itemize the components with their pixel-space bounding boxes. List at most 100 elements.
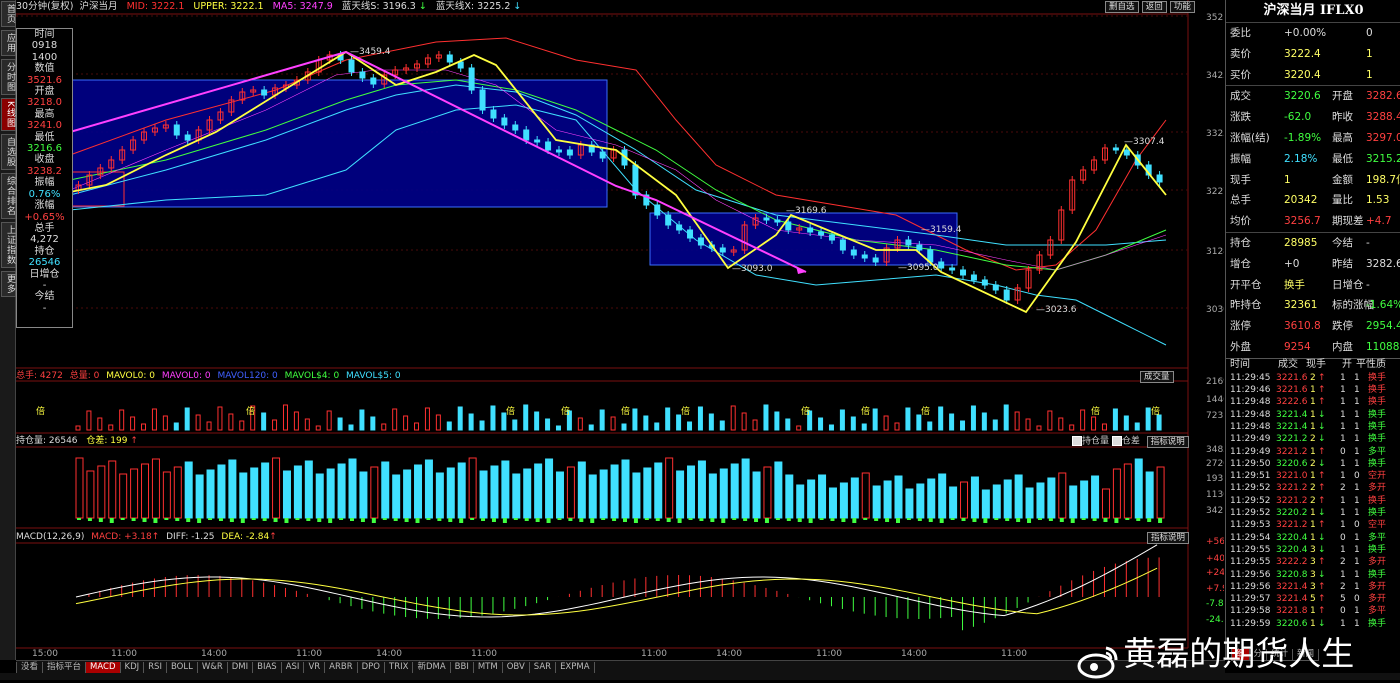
volume-bar [534,411,540,431]
open-interest-bar [228,459,237,519]
function-button[interactable]: 功能 [1169,1,1195,13]
open-interest-label: 持仓量: 26546 [16,436,78,446]
tick-qty: 1 [1310,471,1316,482]
tick-row[interactable]: 11:29:56 3220.8 3 ↓ 1 1 换手 [1226,569,1400,581]
left-navigation: 首页应用分时图 K线图自选股综合排名上证指数更多 [0,0,16,660]
macd-help-button[interactable]: 指标说明 [1147,532,1190,544]
tick-qty: 5 [1310,594,1316,605]
tick-open: 5 [1340,594,1346,605]
tick-open: 2 [1340,483,1346,494]
tick-nature: 多平 [1368,532,1387,543]
mavol-120: MAVOL120: 0 [217,371,278,381]
tick-row[interactable]: 11:29:45 3221.6 2 ↑ 1 1 换手 [1226,372,1400,384]
open-interest-bar [960,481,969,519]
quote-value-right: 1 [1366,47,1373,60]
nav-1[interactable]: 应用 [1,30,16,56]
volume-bar [916,414,922,431]
ma5-value: MA5: 3247.9 [272,1,333,12]
oi-change-bar [677,518,682,523]
tick-row[interactable]: 11:29:54 3220.4 1 ↓ 0 1 多平 [1226,532,1400,544]
quote-value: 3256.7 [1284,215,1321,228]
oi-change-bar [142,518,147,522]
tick-price: 3222.6 [1276,397,1308,408]
back-button[interactable]: 返回 [1141,1,1167,13]
volume-bar [621,423,627,431]
tick-row[interactable]: 11:29:53 3221.2 1 ↑ 1 0 空平 [1226,519,1400,531]
oi-change-bar [601,518,606,520]
oi-change-bar [1158,518,1163,523]
nav-5[interactable]: 综合排名 [1,172,16,219]
volume-total-vol: 总量: 0 [69,371,100,381]
tick-nature: 多开 [1368,483,1387,494]
arrow-down-icon: ↓ [1318,544,1326,555]
tick-row[interactable]: 11:29:49 3221.2 1 ↑ 0 1 多平 [1226,446,1400,458]
tick-open: 0 [1340,606,1346,617]
volume-tag: 倍 [561,405,570,417]
oi-checkbox[interactable] [1072,436,1082,446]
candle-body [763,217,770,221]
tick-qty: 2 [1310,458,1316,469]
info-row-12: 3238.2 [27,165,62,177]
tick-row[interactable]: 11:29:55 3220.4 3 ↓ 1 1 换手 [1226,544,1400,556]
oi-change-bar [1059,518,1064,522]
volume-bar [665,407,671,431]
tick-row[interactable]: 11:29:52 3221.2 2 ↑ 2 1 多开 [1226,482,1400,494]
tick-row[interactable]: 11:29:48 3221.4 1 ↓ 1 1 换手 [1226,409,1400,421]
oi-change-bar [437,518,442,521]
info-row-23: 今结 [34,291,55,303]
tick-row[interactable]: 11:29:57 3221.4 5 ↑ 5 0 多开 [1226,593,1400,605]
oi-help-button[interactable]: 指标说明 [1146,435,1189,448]
nav-0[interactable]: 首页 [1,1,16,27]
open-interest-bar [676,470,685,519]
tick-price: 3221.4 [1276,421,1308,432]
tick-nature: 多平 [1368,446,1387,457]
tick-qty: 1 [1310,520,1316,531]
tick-close: 1 [1354,483,1360,494]
arrow-up-icon: ↑ [1318,581,1326,592]
arrow-down-icon: ↓ [1318,434,1326,445]
price-annotation: —3023.6 [1036,305,1077,315]
nav-3[interactable]: K线图 [1,98,16,131]
tick-nature: 多平 [1368,606,1387,617]
price-annotation: —3459.4 [350,47,391,57]
tick-row[interactable]: 11:29:48 3222.6 1 ↑ 1 1 换手 [1226,396,1400,408]
volume-indicator-button[interactable]: 成交量 [1140,371,1174,383]
oi-change-bar [153,518,158,523]
quote-label-right: 昨收 [1332,111,1353,124]
tick-row[interactable]: 11:29:55 3222.2 3 ↑ 2 1 多开 [1226,556,1400,568]
volume-indicator-selector[interactable]: 成交量 [1140,371,1174,383]
tick-row[interactable]: 11:29:46 3221.6 1 ↑ 1 1 换手 [1226,384,1400,396]
tick-row[interactable]: 11:29:52 3221.2 2 ↑ 1 1 换手 [1226,495,1400,507]
open-interest-bar [1080,480,1089,519]
tick-row[interactable]: 11:29:50 3220.6 2 ↓ 1 1 换手 [1226,458,1400,470]
open-interest-bar [315,473,324,519]
tick-table[interactable]: 11:29:45 3221.6 2 ↑ 1 1 换手 11:29:46 3221.6 1 ↑ 1 1 换手… [1226,372,1400,630]
open-interest-bar [883,480,892,519]
nav-2[interactable]: 分时图 [1,59,16,95]
tick-row[interactable]: 11:29:56 3221.4 3 ↑ 2 1 多开 [1226,581,1400,593]
tick-row[interactable]: 11:29:58 3221.8 1 ↑ 0 1 多平 [1226,605,1400,617]
quote-value: 2.18% [1284,152,1318,165]
open-interest-bar [1101,488,1110,519]
volume-bar [981,412,987,431]
tick-row[interactable]: 11:29:51 3221.0 1 ↑ 1 0 空开 [1226,470,1400,482]
candle-body [807,227,814,233]
kline-chart-area[interactable]: 3521.6 3423.4 3325.3 3227.1 3128.9 3030.7 —345… [16,0,1224,660]
nav-6[interactable]: 上证指数 [1,221,16,268]
tick-row[interactable]: 11:29:52 3220.2 1 ↓ 1 1 换手 [1226,507,1400,519]
remove-watchlist-button[interactable]: 删自选 [1105,1,1139,13]
oi-change-bar [721,518,726,523]
open-interest-bar [577,461,586,519]
time-axis-label: 14:00 [376,649,402,659]
diff-checkbox[interactable] [1111,436,1122,446]
info-row-20: 26546 [28,257,61,269]
tick-row[interactable]: 11:29:49 3221.2 2 ↓ 1 1 换手 [1226,433,1400,445]
nav-4[interactable]: 自选股 [1,133,16,170]
quote-label-right: 开盘 [1332,90,1353,103]
tick-row[interactable]: 11:29:48 3221.4 1 ↓ 1 1 换手 [1226,421,1400,433]
quote-row: 外盘 9254 内盘 11088 [1226,337,1400,358]
arrow-down-icon: ↓ [1318,532,1326,543]
open-interest-bar [119,473,128,519]
nav-7[interactable]: 更多 [1,270,16,297]
volume-bar [676,414,682,431]
